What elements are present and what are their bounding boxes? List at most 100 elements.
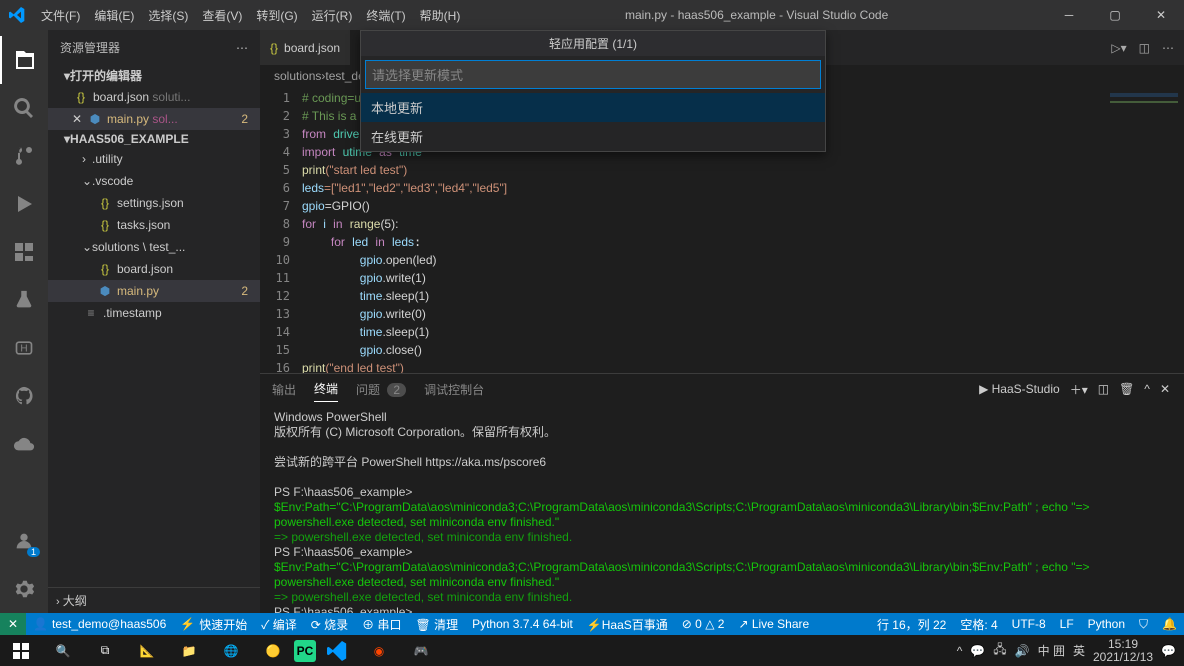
- debug-icon[interactable]: [0, 180, 48, 228]
- haas-icon[interactable]: H: [0, 324, 48, 372]
- tray-clock[interactable]: 15:192021/12/13: [1093, 638, 1153, 664]
- outline-header[interactable]: › 大纲: [48, 587, 260, 613]
- menu-view[interactable]: 查看(V): [195, 7, 249, 24]
- status-remote-name[interactable]: 👤test_demo@haas506: [26, 613, 173, 635]
- status-flash[interactable]: ⟳ 烧录: [304, 613, 355, 635]
- remote-indicator[interactable]: ✕: [0, 613, 26, 635]
- run-icon[interactable]: ▷▾: [1111, 41, 1126, 55]
- window-title: main.py - haas506_example - Visual Studi…: [467, 8, 1046, 22]
- app-icon[interactable]: 🎮: [400, 635, 442, 666]
- open-editors-header[interactable]: ▾打开的编辑器: [48, 65, 260, 86]
- tray-ime[interactable]: 中 囲: [1038, 642, 1065, 659]
- chrome-app-icon[interactable]: 🟡: [252, 635, 294, 666]
- menu-file[interactable]: 文件(F): [34, 7, 87, 24]
- status-language[interactable]: Python: [1081, 613, 1132, 635]
- extensions-icon[interactable]: [0, 228, 48, 276]
- status-serial[interactable]: ⊕ 串口: [355, 613, 408, 635]
- vscode-app-icon[interactable]: [316, 635, 358, 666]
- quick-pick-input[interactable]: 请选择更新模式: [365, 60, 821, 89]
- app-icon[interactable]: 📐: [126, 635, 168, 666]
- status-python[interactable]: Python 3.7.4 64-bit: [465, 613, 580, 635]
- explorer-app-icon[interactable]: 📁: [168, 635, 210, 666]
- scm-icon[interactable]: [0, 132, 48, 180]
- maximize-button[interactable]: ▢: [1092, 0, 1138, 30]
- status-problems[interactable]: ⊘ 0 △ 2: [675, 613, 732, 635]
- quick-pick-item[interactable]: 在线更新: [361, 122, 825, 151]
- tab-board-json[interactable]: {}board.json: [260, 30, 351, 65]
- title-bar: 文件(F) 编辑(E) 选择(S) 查看(V) 转到(G) 运行(R) 终端(T…: [0, 0, 1184, 30]
- gear-icon[interactable]: [0, 565, 48, 613]
- beaker-icon[interactable]: [0, 276, 48, 324]
- tree-file[interactable]: ⬢main.py2: [48, 280, 260, 302]
- status-build[interactable]: ✓ 编译: [254, 613, 304, 635]
- status-clean[interactable]: 🗑 清理: [409, 613, 466, 635]
- menu-terminal[interactable]: 终端(T): [359, 7, 412, 24]
- tree-folder[interactable]: ⌄solutions \ test_...: [48, 236, 260, 258]
- tray-lang[interactable]: 英: [1073, 642, 1085, 659]
- tray-chevron-icon[interactable]: ^: [957, 644, 963, 658]
- tree-file[interactable]: {}tasks.json: [48, 214, 260, 236]
- kill-terminal-icon[interactable]: 🗑: [1119, 382, 1134, 396]
- tray-wechat-icon[interactable]: 💬: [970, 644, 985, 658]
- split-terminal-icon[interactable]: ◫: [1098, 382, 1109, 396]
- pycharm-app-icon[interactable]: PC: [294, 640, 316, 662]
- status-encoding[interactable]: UTF-8: [1005, 613, 1053, 635]
- project-header[interactable]: ▾HAAS506_EXAMPLE: [48, 130, 260, 148]
- start-button[interactable]: [0, 635, 42, 666]
- cloud-icon[interactable]: [0, 420, 48, 468]
- maximize-panel-icon[interactable]: ^: [1144, 382, 1150, 396]
- minimize-button[interactable]: ─: [1046, 0, 1092, 30]
- menu-edit[interactable]: 编辑(E): [87, 7, 141, 24]
- panel-tab-debug[interactable]: 调试控制台: [424, 377, 484, 402]
- status-quickstart[interactable]: ⚡快速开始: [173, 613, 254, 635]
- search-icon[interactable]: 🔍: [42, 635, 84, 666]
- account-icon[interactable]: 1: [0, 517, 48, 565]
- minimap[interactable]: [1104, 87, 1184, 373]
- close-button[interactable]: ✕: [1138, 0, 1184, 30]
- explorer-sidebar: 资源管理器 ⋯ ▾打开的编辑器 {} board.json soluti... …: [48, 30, 260, 613]
- sidebar-title: 资源管理器: [60, 39, 120, 56]
- panel-tab-problems[interactable]: 问题 2: [356, 377, 406, 402]
- edge-app-icon[interactable]: 🌐: [210, 635, 252, 666]
- new-terminal-icon[interactable]: ＋▾: [1070, 381, 1088, 398]
- tree-file[interactable]: {}settings.json: [48, 192, 260, 214]
- tray-network-icon[interactable]: 🖧: [993, 640, 1006, 661]
- editor-actions: ▷▾ ◫ ⋯: [1111, 30, 1184, 65]
- menu-help[interactable]: 帮助(H): [413, 7, 468, 24]
- terminal-selector[interactable]: ▶ HaaS-Studio: [979, 382, 1060, 396]
- split-icon[interactable]: ◫: [1139, 41, 1150, 55]
- quick-pick-item[interactable]: 本地更新: [361, 93, 825, 122]
- terminal-content[interactable]: Windows PowerShell 版权所有 (C) Microsoft Co…: [260, 404, 1184, 613]
- status-bell-icon[interactable]: 🔔: [1155, 613, 1184, 635]
- tray-volume-icon[interactable]: 🔊: [1015, 644, 1030, 658]
- tree-folder[interactable]: ⌄.vscode: [48, 170, 260, 192]
- system-tray[interactable]: ^ 💬 🖧 🔊 中 囲 英 15:192021/12/13 💬: [957, 638, 1184, 664]
- open-editor-item[interactable]: ✕ ⬢ main.py sol... 2: [48, 108, 260, 130]
- status-cursor[interactable]: 行 16，列 22: [870, 613, 953, 635]
- close-panel-icon[interactable]: ✕: [1160, 382, 1170, 396]
- sidebar-more-icon[interactable]: ⋯: [236, 41, 248, 55]
- app-icon[interactable]: ◉: [358, 635, 400, 666]
- search-icon[interactable]: [0, 84, 48, 132]
- menu-go[interactable]: 转到(G): [249, 7, 304, 24]
- status-liveshare[interactable]: ↗ Live Share: [731, 613, 816, 635]
- status-eol[interactable]: LF: [1053, 613, 1081, 635]
- status-indent[interactable]: 空格: 4: [953, 613, 1004, 635]
- panel-tab-output[interactable]: 输出: [272, 377, 296, 402]
- status-feedback-icon[interactable]: ⛉: [1132, 613, 1155, 635]
- status-haas[interactable]: ⚡HaaS百事通: [580, 613, 675, 635]
- svg-text:H: H: [20, 343, 27, 354]
- tree-file[interactable]: ≡.timestamp: [48, 302, 260, 324]
- open-editor-item[interactable]: {} board.json soluti...: [48, 86, 260, 108]
- tray-notifications-icon[interactable]: 💬: [1161, 644, 1176, 658]
- menu-run[interactable]: 运行(R): [305, 7, 360, 24]
- explorer-icon[interactable]: [0, 36, 48, 84]
- more-icon[interactable]: ⋯: [1162, 41, 1174, 55]
- tree-file[interactable]: {}board.json: [48, 258, 260, 280]
- panel-tab-terminal[interactable]: 终端: [314, 376, 338, 402]
- github-icon[interactable]: [0, 372, 48, 420]
- json-icon: {}: [72, 90, 90, 104]
- tree-folder[interactable]: ›.utility: [48, 148, 260, 170]
- menu-selection[interactable]: 选择(S): [141, 7, 195, 24]
- taskview-icon[interactable]: ⧉: [84, 635, 126, 666]
